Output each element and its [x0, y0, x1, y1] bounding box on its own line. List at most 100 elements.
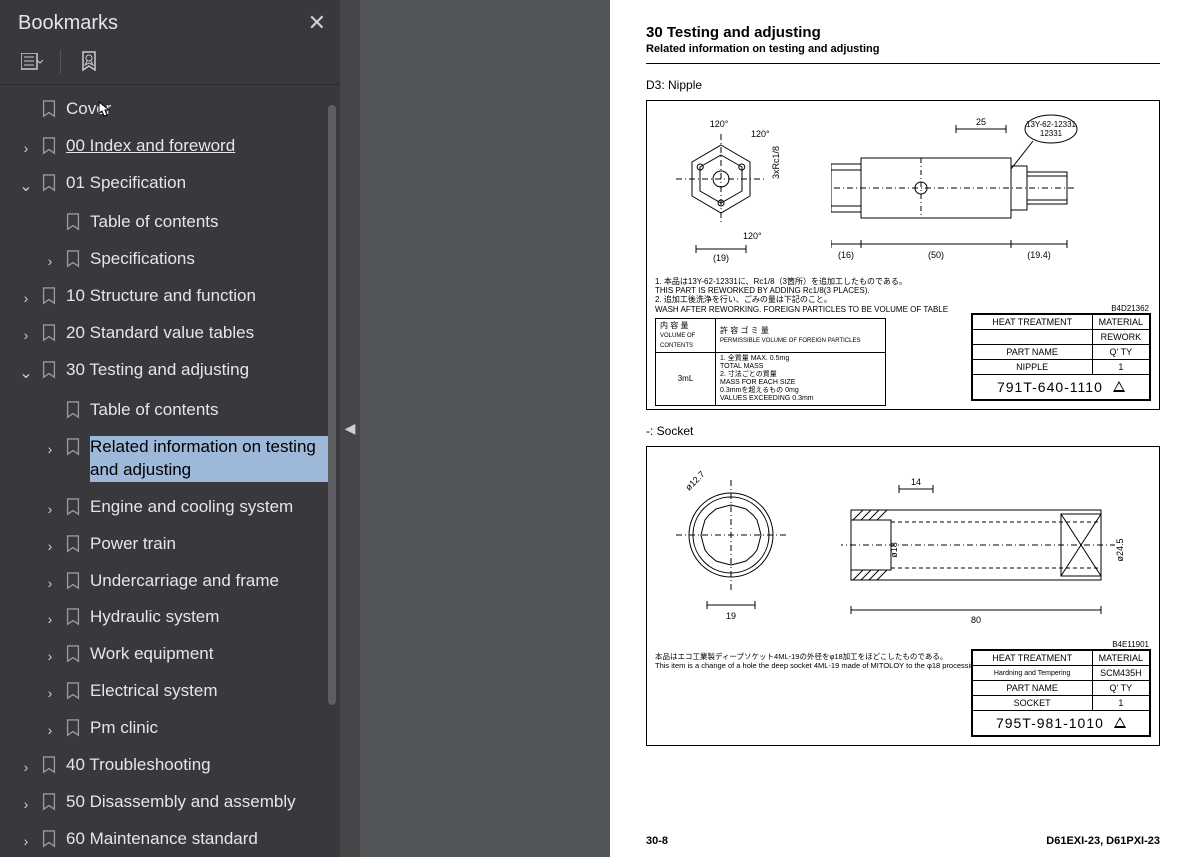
chevron-right-icon[interactable]: › [16, 795, 36, 814]
svg-text:120°: 120° [743, 231, 762, 241]
bookmark-icon [40, 793, 58, 811]
bookmark-icon [40, 100, 58, 118]
svg-text:120°: 120° [710, 119, 729, 129]
bookmark-item[interactable]: Cover [0, 91, 340, 128]
bookmark-label: Pm clinic [90, 717, 330, 740]
bookmark-item[interactable]: ›Electrical system [0, 673, 340, 710]
bookmark-item[interactable]: ›Hydraulic system [0, 599, 340, 636]
page-footer: 30-8 D61EXI-23, D61PXI-23 [646, 835, 1160, 847]
scrollbar-thumb[interactable] [328, 105, 336, 705]
bookmark-label: 60 Maintenance standard [66, 828, 330, 851]
bookmark-icon [64, 498, 82, 516]
outline-options-icon[interactable] [18, 48, 46, 76]
bookmark-item[interactable]: › Pm clinic [0, 710, 340, 747]
bookmark-label: 20 Standard value tables [66, 322, 330, 345]
chevron-down-icon[interactable]: ⌄ [16, 363, 36, 385]
chevron-right-icon[interactable]: › [40, 252, 60, 271]
bookmark-icon [40, 361, 58, 379]
page-number: 30-8 [646, 835, 668, 847]
svg-text:ø18: ø18 [889, 542, 899, 558]
bookmark-icon [64, 250, 82, 268]
bookmark-item[interactable]: Table of contents [0, 392, 340, 429]
chevron-right-icon[interactable]: › [40, 440, 60, 459]
svg-text:3xRc1/8: 3xRc1/8 [771, 146, 781, 179]
chevron-right-icon[interactable]: › [40, 500, 60, 519]
chevron-right-icon[interactable]: › [40, 574, 60, 593]
bookmark-item[interactable]: › 50 Disassembly and assembly [0, 784, 340, 821]
bookmarks-tree[interactable]: Cover›00 Index and foreword ⌄ 01 Specific… [0, 85, 340, 857]
chevron-down-icon[interactable]: ⌄ [16, 176, 36, 198]
d3-heading: D3: Nipple [646, 78, 1160, 92]
bookmark-item[interactable]: Table of contents [0, 204, 340, 241]
svg-text:120°: 120° [751, 129, 770, 139]
chevron-right-icon[interactable]: › [40, 610, 60, 629]
chevron-right-icon[interactable]: › [16, 139, 36, 158]
bookmark-label: Related information on testing and adjus… [90, 436, 330, 482]
bookmark-icon [40, 324, 58, 342]
bookmark-ribbon-icon[interactable] [75, 48, 103, 76]
svg-text:19: 19 [726, 611, 736, 621]
bookmark-label: Specifications [90, 248, 330, 271]
volume-table: 内 容 量VOLUME OF CONTENTS 許 容 ゴ ミ 量PERMISS… [655, 318, 886, 406]
socket-side-view: ø26.5 ø18 ø24.5 14 80 [841, 465, 1141, 635]
bookmark-item[interactable]: ›Work equipment [0, 636, 340, 673]
sidebar-collapse-handle[interactable]: ◀ [340, 0, 360, 857]
bookmark-item[interactable]: › Specifications [0, 241, 340, 278]
bookmark-icon [64, 682, 82, 700]
chevron-right-icon[interactable]: › [40, 647, 60, 666]
socket-drawing-frame: B4E11901 ø12.7 19 [646, 446, 1160, 746]
bookmark-label: Table of contents [90, 399, 330, 422]
bookmark-label: Power train [90, 533, 330, 556]
bookmark-item[interactable]: › 40 Troubleshooting [0, 747, 340, 784]
svg-text:(19): (19) [713, 253, 729, 263]
bookmark-label: Table of contents [90, 211, 330, 234]
svg-text:ø12.7: ø12.7 [683, 469, 706, 492]
bookmark-icon [64, 645, 82, 663]
bookmark-item[interactable]: › 20 Standard value tables [0, 315, 340, 352]
nipple-drawing-frame: B4D21362 120° 120° 3xRc1/8 [646, 100, 1160, 410]
bookmark-icon [40, 287, 58, 305]
bookmark-icon [64, 719, 82, 737]
cursor-icon [96, 101, 114, 121]
bookmark-item[interactable]: › Related information on testing and adju… [0, 429, 340, 489]
document-page: 30 Testing and adjusting Related informa… [610, 0, 1200, 857]
bookmark-icon [64, 535, 82, 553]
bookmark-item[interactable]: ›Undercarriage and frame [0, 563, 340, 600]
chevron-right-icon[interactable]: › [16, 758, 36, 777]
bookmark-item[interactable]: › 60 Maintenance standard [0, 821, 340, 857]
bookmark-item[interactable]: ›00 Index and foreword [0, 128, 340, 165]
close-icon[interactable]: ✕ [308, 10, 326, 36]
chevron-right-icon[interactable]: › [40, 684, 60, 703]
section-subtitle: Related information on testing and adjus… [646, 43, 1160, 55]
model-code: D61EXI-23, D61PXI-23 [1046, 835, 1160, 847]
bookmark-icon [64, 438, 82, 456]
bookmark-label: 01 Specification [66, 172, 330, 195]
chevron-right-icon[interactable]: › [16, 832, 36, 851]
bookmark-icon [64, 401, 82, 419]
chevron-right-icon[interactable]: › [16, 289, 36, 308]
viewer-gutter [360, 0, 610, 857]
bookmark-item[interactable]: ⌄ 01 Specification [0, 165, 340, 205]
toolbar-divider [60, 50, 61, 74]
bookmark-icon [40, 174, 58, 192]
chevron-right-icon[interactable]: › [16, 326, 36, 345]
bookmark-item[interactable]: ⌄30 Testing and adjusting [0, 352, 340, 392]
scrollbar[interactable] [328, 105, 336, 857]
chevron-right-icon[interactable]: › [40, 721, 60, 740]
chapter-title: 30 Testing and adjusting [646, 24, 1160, 41]
svg-text:14: 14 [911, 477, 921, 487]
bookmark-label: 10 Structure and function [66, 285, 330, 308]
nipple-left-view: 120° 120° 3xRc1/8 (19) 120° [661, 109, 801, 269]
bookmark-label: Engine and cooling system [90, 496, 330, 519]
bookmark-icon [40, 137, 58, 155]
bookmark-item[interactable]: › 10 Structure and function [0, 278, 340, 315]
bookmark-item[interactable]: › Power train [0, 526, 340, 563]
bookmark-label: 50 Disassembly and assembly [66, 791, 330, 814]
bookmark-item[interactable]: › Engine and cooling system [0, 489, 340, 526]
bookmark-label: 40 Troubleshooting [66, 754, 330, 777]
svg-text:25: 25 [976, 117, 986, 127]
chevron-right-icon[interactable]: › [40, 537, 60, 556]
nipple-title-block: HEAT TREATMENTMATERIAL REWORK PART NAMEQ… [971, 313, 1151, 401]
nipple-views: 120° 120° 3xRc1/8 (19) 120° 13Y-62-12331… [655, 109, 1151, 269]
bookmarks-toolbar [0, 42, 340, 85]
